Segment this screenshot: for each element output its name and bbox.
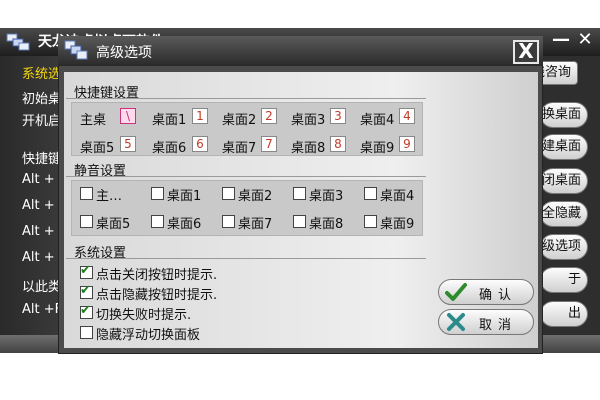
hide-floating-panel-label[interactable]: 隐藏浮动切换面板 bbox=[96, 324, 200, 343]
hotkey-d2-box[interactable]: 2 bbox=[261, 108, 277, 124]
hotkey-d4-box[interactable]: 4 bbox=[399, 108, 415, 124]
hotkey-d5-label: 桌面5 bbox=[80, 141, 115, 156]
hotkey-line-3: Alt + bbox=[22, 224, 55, 239]
autostart-label: 开机启 bbox=[22, 114, 62, 129]
hotkey-d3-box[interactable]: 3 bbox=[330, 108, 346, 124]
hotkey-label: 快捷键 bbox=[22, 152, 62, 167]
mute-d6-label[interactable]: 桌面6 bbox=[167, 213, 201, 232]
mute-d1-label[interactable]: 桌面1 bbox=[167, 185, 201, 204]
hotkey-d2-label: 桌面2 bbox=[222, 113, 257, 128]
initial-desktop-label: 初始桌 bbox=[22, 92, 62, 107]
system-section-divider bbox=[66, 258, 426, 259]
mute-d4-label[interactable]: 桌面4 bbox=[380, 185, 414, 204]
mute-d9-checkbox[interactable] bbox=[364, 215, 377, 228]
hotkey-d9-box[interactable]: 9 bbox=[399, 136, 415, 152]
hotkey-line-5: Alt +F bbox=[22, 302, 63, 317]
close-desktop-button[interactable]: 闭桌面 bbox=[540, 168, 588, 194]
main-close-button[interactable]: ✕ bbox=[574, 31, 596, 51]
check-icon bbox=[445, 283, 467, 301]
mute-d6-checkbox[interactable] bbox=[151, 215, 164, 228]
mute-d5-label[interactable]: 桌面5 bbox=[96, 213, 130, 232]
mute-d7-checkbox[interactable] bbox=[222, 215, 235, 228]
ok-button[interactable]: 确认 bbox=[438, 279, 534, 305]
advanced-options-button[interactable]: 级选项 bbox=[540, 234, 588, 260]
hotkey-d3-label: 桌面3 bbox=[291, 113, 326, 128]
hotkey-d8-label: 桌面8 bbox=[291, 141, 326, 156]
hotkey-d5-box[interactable]: 5 bbox=[120, 136, 136, 152]
hotkey-d9-label: 桌面9 bbox=[360, 141, 395, 156]
hotkey-d1-label: 桌面1 bbox=[152, 113, 187, 128]
hotkey-main-label: 主桌 bbox=[80, 113, 107, 128]
mute-d4-checkbox[interactable] bbox=[364, 187, 377, 200]
switch-fail-prompt-checkbox[interactable] bbox=[80, 303, 93, 319]
switch-fail-prompt-label[interactable]: 切换失败时提示. bbox=[96, 304, 191, 323]
hotkey-d7-label: 桌面7 bbox=[222, 141, 257, 156]
app-logo-icon bbox=[6, 33, 30, 51]
hotkey-line-4: Alt + bbox=[22, 250, 55, 265]
hotkey-d6-label: 桌面6 bbox=[152, 141, 187, 156]
minimize-button[interactable]: — bbox=[550, 31, 572, 51]
hotkey-d4-label: 桌面4 bbox=[360, 113, 395, 128]
close-prompt-label[interactable]: 点击关闭按钮时提示. bbox=[96, 264, 217, 283]
mute-d3-checkbox[interactable] bbox=[293, 187, 306, 200]
hotkey-d7-box[interactable]: 7 bbox=[261, 136, 277, 152]
mute-d2-label[interactable]: 桌面2 bbox=[238, 185, 272, 204]
mute-section-divider bbox=[66, 176, 426, 177]
system-options-label[interactable]: 系统选 bbox=[22, 63, 61, 82]
create-desktop-button[interactable]: 建桌面 bbox=[540, 134, 588, 160]
cancel-button[interactable]: 取消 bbox=[438, 309, 534, 335]
cancel-button-label: 取消 bbox=[479, 318, 518, 333]
hide-prompt-label[interactable]: 点击隐藏按钮时提示. bbox=[96, 284, 217, 303]
cross-icon bbox=[447, 313, 465, 331]
mute-d2-checkbox[interactable] bbox=[222, 187, 235, 200]
mute-main-label[interactable]: 主… bbox=[96, 185, 122, 204]
hotkey-section-divider bbox=[66, 98, 426, 99]
main-bottom-area bbox=[0, 353, 600, 400]
hide-prompt-checkbox[interactable] bbox=[80, 283, 93, 299]
switch-desktop-button[interactable]: 换桌面 bbox=[540, 102, 588, 128]
dialog-title: 高级选项 bbox=[96, 45, 152, 61]
hotkey-d1-box[interactable]: 1 bbox=[192, 108, 208, 124]
hotkey-d6-box[interactable]: 6 bbox=[192, 136, 208, 152]
dialog-logo-icon bbox=[64, 40, 88, 60]
exit-button[interactable]: 出 bbox=[540, 301, 588, 327]
hotkey-line-2: Alt + bbox=[22, 198, 55, 213]
about-button[interactable]: 于 bbox=[540, 267, 588, 293]
ok-button-label: 确认 bbox=[479, 288, 518, 303]
mute-d5-checkbox[interactable] bbox=[80, 215, 93, 228]
mute-d3-label[interactable]: 桌面3 bbox=[309, 185, 343, 204]
hide-floating-panel-checkbox[interactable] bbox=[80, 326, 93, 339]
dialog-close-button[interactable]: X bbox=[513, 40, 539, 64]
hotkey-line-1: Alt + bbox=[22, 172, 55, 187]
mute-d8-checkbox[interactable] bbox=[293, 215, 306, 228]
mute-main-checkbox[interactable] bbox=[80, 187, 93, 200]
main-right-panel bbox=[538, 56, 600, 336]
mute-d1-checkbox[interactable] bbox=[151, 187, 164, 200]
mute-d9-label[interactable]: 桌面9 bbox=[380, 213, 414, 232]
hotkey-note: 以此类 bbox=[22, 280, 62, 295]
hide-all-button[interactable]: 全隐藏 bbox=[540, 201, 588, 227]
mute-d7-label[interactable]: 桌面7 bbox=[238, 213, 272, 232]
hotkey-d8-box[interactable]: 8 bbox=[330, 136, 346, 152]
close-prompt-checkbox[interactable] bbox=[80, 263, 93, 279]
mute-d8-label[interactable]: 桌面8 bbox=[309, 213, 343, 232]
hotkey-main-box[interactable]: \ bbox=[120, 108, 136, 124]
